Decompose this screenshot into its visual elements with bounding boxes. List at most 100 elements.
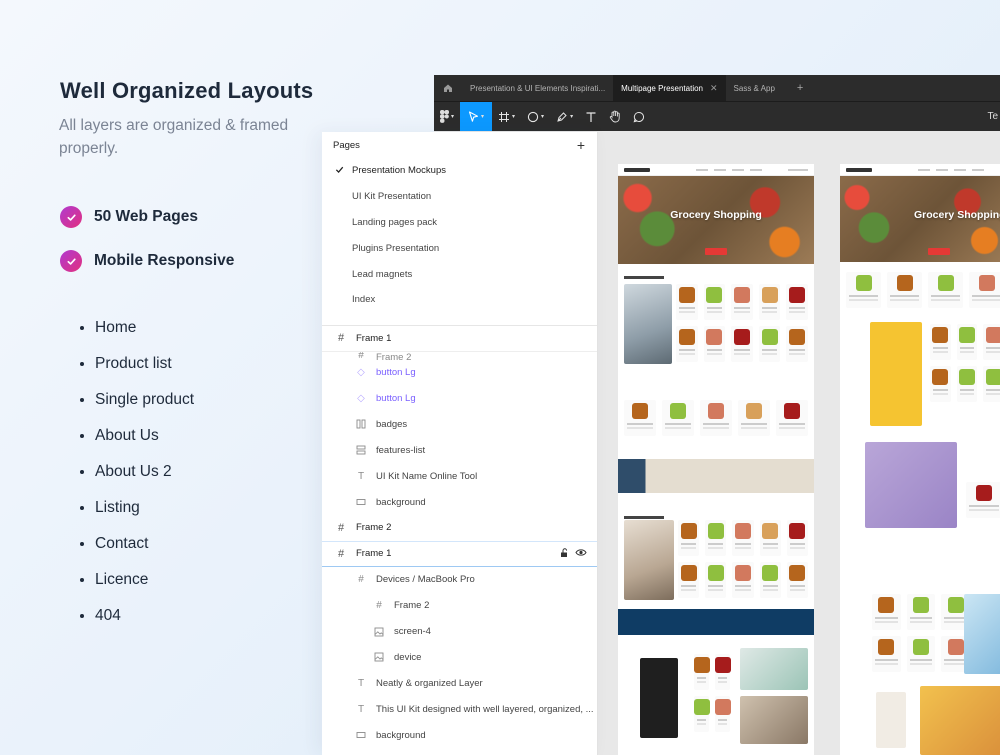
layer-frame-1[interactable]: # Frame 1	[322, 326, 597, 352]
bullet-icon	[80, 578, 84, 582]
frame-tool-button[interactable]: ▾	[492, 102, 521, 132]
layers-tree: # Frame 1 # Frame 2 ◇ button Lg ◇ button…	[322, 326, 597, 748]
text-icon	[586, 111, 596, 122]
layer-label: Frame 2	[356, 522, 392, 534]
list-item: Listing	[80, 490, 194, 526]
hero-title: Well Organized Layouts	[60, 78, 314, 103]
image-icon	[372, 625, 386, 639]
list-item: Home	[80, 310, 194, 346]
text-icon: T	[357, 470, 365, 482]
layer-actions	[560, 548, 587, 558]
bullet-icon	[80, 542, 84, 546]
eye-icon[interactable]	[575, 548, 587, 557]
list-item-label: About Us	[95, 427, 159, 444]
page-item-landing-pages-pack[interactable]: Landing pages pack	[322, 210, 597, 236]
mockup-product-strip	[840, 272, 1000, 308]
text-icon: T	[357, 677, 365, 689]
mockup-frame-1[interactable]: Grocery Shopping	[618, 164, 814, 755]
figma-menu-button[interactable]: ▾	[434, 102, 460, 132]
page-item-index[interactable]: Index	[322, 287, 597, 313]
page-item-lead-magnets[interactable]: Lead magnets	[322, 261, 597, 287]
layer-ui-kit-description[interactable]: T This UI Kit designed with well layered…	[322, 696, 597, 722]
toolbar: ▾ ▾ ▾ ▾ ▾ Te	[434, 101, 1000, 132]
checkmark-icon	[60, 250, 82, 272]
layer-label: Neatly & organized Layer	[376, 677, 483, 689]
tab-multipage-presentation[interactable]: Multipage Presentation ✕	[613, 75, 726, 101]
mockup-frame-2[interactable]: Grocery Shopping	[840, 164, 1000, 755]
unlock-icon[interactable]	[560, 548, 569, 558]
layer-ui-kit-name[interactable]: T UI Kit Name Online Tool	[322, 463, 597, 489]
chevron-down-icon: ▾	[541, 114, 545, 120]
pen-icon	[557, 111, 567, 122]
layer-badges[interactable]: badges	[322, 411, 597, 437]
mockup-product-grid	[670, 284, 814, 362]
layer-features-list[interactable]: features-list	[322, 437, 597, 463]
frame-icon	[499, 111, 510, 122]
home-icon[interactable]	[434, 75, 462, 101]
bullet-icon	[80, 614, 84, 618]
hand-tool-button[interactable]	[603, 102, 627, 132]
chevron-down-icon: ▾	[512, 114, 516, 120]
add-tab-icon[interactable]: +	[783, 82, 817, 94]
bullet-icon	[80, 434, 84, 438]
layer-frame-2-nested[interactable]: # Frame 2	[322, 593, 597, 619]
layer-frame-1-selected[interactable]: # Frame 1	[322, 540, 597, 567]
layer-button-lg[interactable]: ◇ button Lg	[322, 360, 597, 386]
tab-sass-app[interactable]: Sass & App	[726, 75, 783, 101]
page-item-plugins-presentation[interactable]: Plugins Presentation	[322, 235, 597, 261]
move-tool-button[interactable]: ▾	[460, 101, 493, 132]
layer-background[interactable]: background	[322, 722, 597, 748]
mockup-product-grid	[866, 594, 976, 672]
layer-label: features-list	[376, 444, 426, 456]
bullet-icon	[80, 326, 84, 330]
chevron-down-icon: ▾	[570, 114, 574, 120]
page-item-ui-kit-presentation[interactable]: UI Kit Presentation	[322, 184, 597, 210]
mockup-photo	[920, 686, 1000, 755]
layer-label: button Lg	[376, 367, 416, 379]
component-icon: ◇	[357, 393, 365, 404]
text-tool-button[interactable]	[579, 102, 603, 132]
mockup-hero: Grocery Shopping	[618, 176, 814, 264]
shape-tool-button[interactable]: ▾	[521, 102, 550, 132]
layer-label: Frame 2	[394, 600, 430, 612]
close-icon[interactable]: ✕	[710, 83, 718, 94]
list-item-label: About Us 2	[95, 463, 172, 480]
tab-label: Sass & App	[733, 83, 775, 93]
bullet-icon	[80, 398, 84, 402]
mockup-hero-title: Grocery Shopping	[670, 209, 762, 221]
pen-tool-button[interactable]: ▾	[550, 102, 579, 132]
layer-button-lg[interactable]: ◇ button Lg	[322, 386, 597, 412]
layer-frame-2-partial[interactable]: # Frame 2	[322, 352, 597, 360]
hash-icon: #	[337, 521, 345, 534]
layer-label: UI Kit Name Online Tool	[376, 470, 478, 482]
layer-label: Frame 1	[356, 332, 392, 344]
mockup-photo	[964, 594, 1000, 674]
tab-presentation-ui[interactable]: Presentation & UI Elements Inspirati...	[462, 75, 613, 101]
mockup-hero-title: Grocery Shopping	[914, 209, 1000, 221]
comment-tool-button[interactable]	[627, 102, 651, 132]
page-item-presentation-mockups[interactable]: Presentation Mockups	[322, 158, 597, 184]
layer-device[interactable]: device	[322, 644, 597, 670]
list-item-label: Licence	[95, 571, 149, 588]
layer-background[interactable]: background	[322, 489, 597, 515]
feature-label: Mobile Responsive	[94, 252, 235, 269]
page-item-label: Lead magnets	[352, 268, 413, 280]
mockup-nav	[840, 164, 1000, 176]
list-item: Contact	[80, 526, 194, 562]
mockup-photo	[740, 648, 808, 690]
list-item: Single product	[80, 382, 194, 418]
layer-devices-macbook-pro[interactable]: # Devices / MacBook Pro	[322, 567, 597, 593]
checkmark-icon	[60, 206, 82, 228]
text-icon: T	[357, 703, 365, 715]
layer-screen-4[interactable]: screen-4	[322, 619, 597, 645]
bullet-icon	[80, 362, 84, 366]
mockup-product-card	[876, 692, 906, 748]
list-item-label: Product list	[95, 355, 172, 372]
pages-label: Pages	[333, 139, 360, 151]
layer-frame-2[interactable]: # Frame 2	[322, 515, 597, 541]
list-item-label: Home	[95, 319, 137, 336]
layer-neatly-organized[interactable]: T Neatly & organized Layer	[322, 670, 597, 696]
page-item-label: Plugins Presentation	[352, 242, 440, 254]
add-page-icon[interactable]: +	[577, 137, 585, 153]
layer-label: button Lg	[376, 393, 416, 404]
